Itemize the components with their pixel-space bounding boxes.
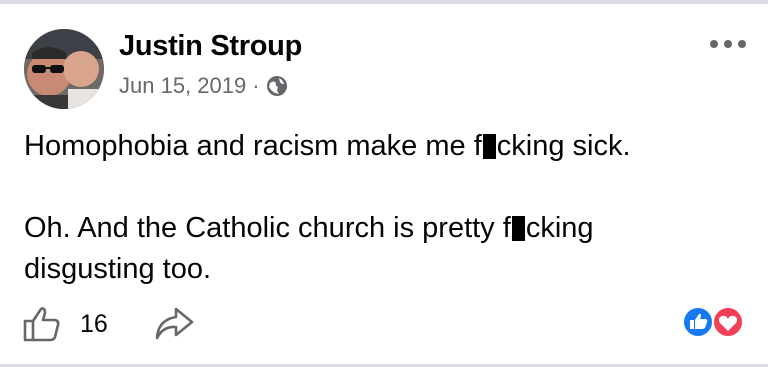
love-reaction-icon (712, 306, 744, 338)
post-text-part: cking sick. (496, 130, 631, 162)
share-arrow-icon (155, 307, 194, 340)
post-text-line-3: disgusting too. (24, 253, 212, 285)
avatar[interactable] (24, 29, 104, 109)
like-button[interactable] (22, 305, 62, 343)
avatar-photo (24, 29, 104, 109)
post-date[interactable]: Jun 15, 2019 (119, 73, 246, 99)
top-divider (0, 0, 768, 4)
share-button[interactable] (153, 305, 195, 341)
author-name[interactable]: Justin Stroup (119, 30, 302, 63)
post-text-part: Homophobia and racism make me f (24, 130, 482, 162)
post-text-part: Oh. And the Catholic church is pretty f (24, 212, 511, 244)
post-text-line-2: Oh. And the Catholic church is pretty f c… (24, 208, 594, 248)
reaction-summary[interactable] (678, 305, 748, 339)
post-text-part: cking (525, 212, 594, 244)
globe-icon[interactable] (266, 75, 288, 97)
like-reaction-icon (682, 306, 714, 338)
like-count: 16 (80, 310, 108, 338)
redaction-block (482, 134, 496, 159)
post-text-line-1: Homophobia and racism make me f cking sic… (24, 126, 631, 166)
thumbs-up-icon (23, 307, 60, 342)
post-meta: Jun 15, 2019 · (119, 73, 288, 99)
meta-separator: · (252, 73, 260, 98)
more-options-icon[interactable] (708, 36, 748, 52)
redaction-block (511, 216, 525, 241)
